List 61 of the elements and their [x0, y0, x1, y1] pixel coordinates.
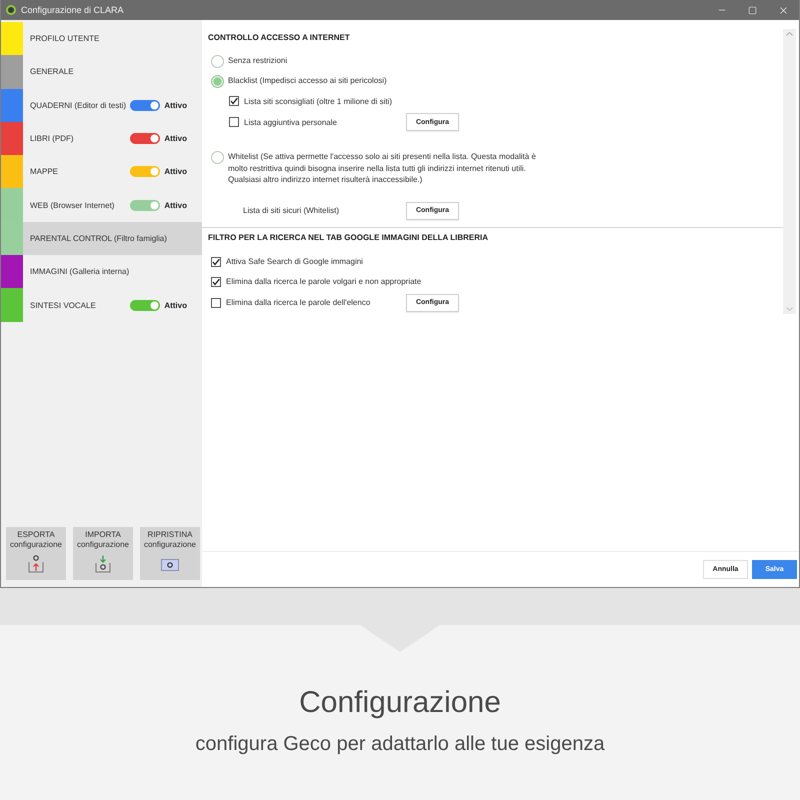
import-button[interactable]: IMPORTA configurazione	[73, 527, 133, 580]
item-label: GENERALE	[30, 67, 75, 76]
section-title: CONTROLLO ACCESSO A INTERNET	[208, 32, 351, 44]
toggle-switch[interactable]	[130, 100, 160, 111]
item-label: PROFILO UTENTE	[30, 34, 100, 44]
toggle-switch[interactable]	[130, 166, 160, 178]
option-label: Lista siti sconsigliati (oltre 1 milione di siti)	[244, 96, 394, 106]
section-title: FILTRO PER LA RICERCA NEL TAB GOOGLE IMMAGINI DELLA LIBRERIA	[208, 232, 489, 244]
checkbox[interactable]	[211, 298, 221, 308]
option-label: Elimina dalla ricerca le parole dell'elenco	[226, 298, 372, 307]
caption-subtitle: configura Geco per adattarlo alle tue esigenza	[195, 732, 605, 756]
checkbox[interactable]	[211, 256, 221, 266]
tray-up-arrow-icon	[27, 555, 45, 573]
item-label: IMMAGINI (Galleria interna)	[30, 267, 130, 276]
toggle-switch[interactable]	[130, 300, 160, 311]
sidebar-item[interactable]: IMMAGINI (Galleria interna)	[1, 255, 202, 288]
item-label: QUADERNI (Editor di testi)	[30, 100, 128, 110]
option-label: Lista aggiuntiva personale	[244, 118, 338, 126]
item-label: PARENTAL CONTROL (Filtro famiglia)	[30, 234, 168, 243]
sidebar-item[interactable]: WEB (Browser Internet) Attivo	[1, 188, 202, 222]
checkbox[interactable]	[211, 276, 221, 286]
toggle-switch[interactable]	[130, 133, 160, 144]
item-label: SINTESI VOCALE	[30, 300, 97, 310]
ring-icon	[6, 5, 16, 15]
checkbox[interactable]	[229, 96, 239, 106]
sidebar-item[interactable]: PARENTAL CONTROL (Filtro famiglia)	[1, 222, 202, 256]
toggle-switch[interactable]	[130, 200, 160, 211]
item-label: LIBRI (PDF)	[30, 134, 75, 144]
checkbox[interactable]	[229, 117, 239, 127]
sidebar-item[interactable]: GENERALE	[1, 55, 202, 89]
sidebar-item[interactable]: MAPPE Attivo	[1, 155, 202, 188]
toggle-label: Attivo	[164, 134, 187, 144]
radio-button[interactable]	[211, 74, 224, 88]
option-label: Whitelist (Se attiva permette l'accesso solo ai siti presenti nella lista. Questa modalità è molto restrittiva quindi bisogna inserire nella lista tutti gli indirizzi internet ritenuti utili. Qualsiasi altro indirizzo internet risulterà inaccessibile.)	[228, 151, 537, 186]
toggle-label: Attivo	[164, 167, 187, 176]
sidebar-item[interactable]: PROFILO UTENTE	[1, 22, 202, 56]
caret-down-icon	[786, 307, 793, 311]
toggle-label: Attivo	[164, 100, 187, 110]
option-label: Elimina dalla ricerca le parole volgari e non appropriate	[226, 277, 422, 286]
maximize-icon	[748, 6, 757, 14]
scrollbar[interactable]	[783, 29, 796, 314]
option-label: Senza restrizioni	[228, 55, 288, 66]
tray-down-arrow-icon	[94, 555, 112, 573]
reset-button[interactable]: RIPRISTINA configurazione	[140, 527, 200, 580]
caption-title: Configurazione	[299, 685, 501, 721]
sidebar-item[interactable]: SINTESI VOCALE Attivo	[1, 288, 202, 322]
item-label: MAPPE	[30, 167, 60, 176]
sidebar-item[interactable]: QUADERNI (Editor di testi) Attivo	[1, 88, 202, 122]
export-button[interactable]: ESPORTA configurazione	[6, 527, 66, 580]
item-label: WEB (Browser Internet)	[30, 200, 116, 210]
window-title: Configurazione di CLARA	[21, 5, 125, 15]
option-label: Attiva Safe Search di Google immagini	[226, 257, 364, 266]
caret-up-icon	[786, 32, 793, 36]
option-label: Blacklist (Impedisci accesso ai siti pericolosi)	[228, 75, 387, 86]
close-icon	[778, 4, 789, 16]
toggle-label: Attivo	[164, 300, 187, 310]
sidebar-item[interactable]: LIBRI (PDF) Attivo	[1, 122, 202, 156]
radio-button[interactable]	[211, 54, 224, 68]
radio-button[interactable]	[211, 150, 224, 164]
toggle-label: Attivo	[164, 200, 187, 210]
field-label: Lista di siti sicuri (Whitelist)	[243, 206, 340, 215]
